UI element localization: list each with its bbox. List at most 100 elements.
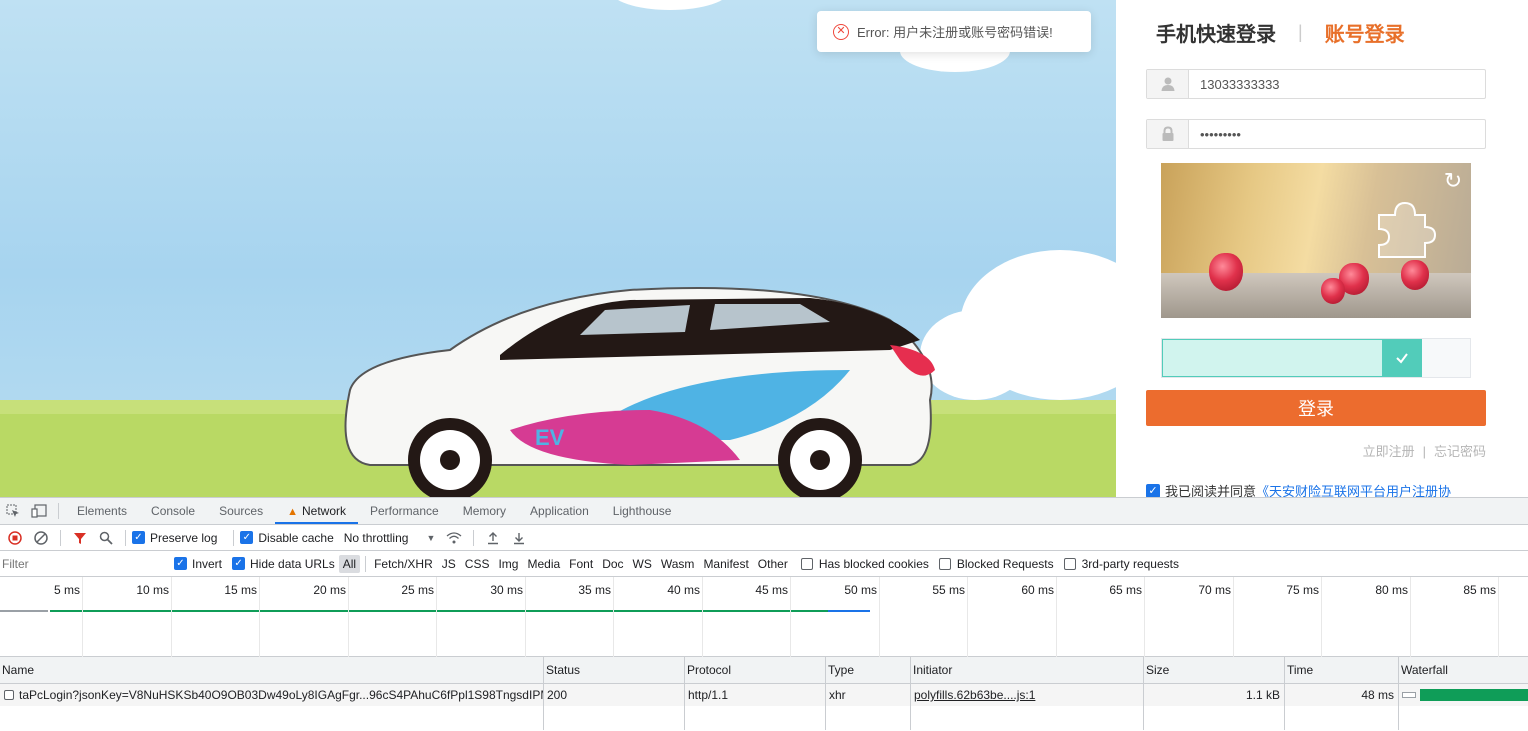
filter-icon[interactable]: [67, 526, 93, 550]
timeline-tick-label: 70 ms: [1198, 583, 1231, 597]
tab-separator: |: [1298, 22, 1303, 42]
raspberry: [1321, 278, 1345, 304]
lock-icon: [1147, 120, 1189, 148]
disable-cache-checkbox[interactable]: ✓ Disable cache: [240, 531, 334, 545]
table-row[interactable]: taPcLogin?jsonKey=V8NuHSKSb40O9OB03Dw49o…: [0, 684, 1528, 706]
tab-account-login[interactable]: 账号登录: [1325, 18, 1405, 47]
puzzle-piece-icon: [1378, 201, 1437, 258]
phone-field: [1146, 69, 1486, 99]
type-filter-wasm[interactable]: Wasm: [657, 555, 699, 573]
record-stop-icon[interactable]: [2, 526, 28, 550]
refresh-icon[interactable]: ↻: [1441, 169, 1465, 193]
agreement-row: ✓ 我已阅读并同意 《天安财险互联网平台用户注册协: [1146, 481, 1451, 497]
timeline-overview[interactable]: 5 ms 10 ms 15 ms 20 ms 25 ms 30 ms 35 ms 40 ms 4…: [0, 577, 1528, 657]
type-filter-media[interactable]: Media: [523, 555, 564, 573]
invert-checkbox[interactable]: ✓ Invert: [174, 557, 222, 571]
type-filter-other[interactable]: Other: [754, 555, 792, 573]
timeline-tick-label: 85 ms: [1463, 583, 1496, 597]
type-filter-img[interactable]: Img: [494, 555, 522, 573]
column-type[interactable]: Type: [825, 657, 910, 684]
column-waterfall[interactable]: Waterfall: [1398, 657, 1528, 684]
export-har-icon[interactable]: [506, 526, 532, 550]
captcha-image: ↻: [1161, 163, 1471, 318]
timeline-gridline: [1410, 577, 1411, 657]
import-har-icon[interactable]: [480, 526, 506, 550]
type-filter-manifest[interactable]: Manifest: [699, 555, 752, 573]
type-filter-font[interactable]: Font: [565, 555, 597, 573]
password-input[interactable]: [1189, 120, 1485, 148]
agree-checkbox[interactable]: ✓: [1146, 483, 1160, 497]
type-filter-doc[interactable]: Doc: [598, 555, 627, 573]
tab-quick-login[interactable]: 手机快速登录: [1156, 18, 1276, 47]
tab-network-label: Network: [301, 504, 346, 518]
initiator-link[interactable]: polyfills.62b63be....js:1: [914, 688, 1035, 702]
timeline-tick-label: 75 ms: [1286, 583, 1319, 597]
register-link[interactable]: 立即注册: [1363, 444, 1415, 459]
search-icon[interactable]: [93, 526, 119, 550]
warning-icon: ▲: [287, 506, 298, 518]
timeline-tick-label: 15 ms: [224, 583, 257, 597]
web-page: EV ✕ Error: 用户未注册或账号密码错误! 手机快速登录 | 账号登录: [0, 0, 1528, 497]
column-time[interactable]: Time: [1284, 657, 1398, 684]
blocked-requests-checkbox[interactable]: Blocked Requests: [938, 557, 1054, 571]
type-filter-js[interactable]: JS: [438, 555, 460, 573]
filter-input[interactable]: [0, 554, 162, 573]
error-circle-icon: ✕: [833, 23, 849, 40]
timeline-gridline: [82, 577, 83, 657]
timeline-tick-label: 80 ms: [1375, 583, 1408, 597]
request-type: xhr: [829, 688, 846, 702]
hide-data-urls-checkbox[interactable]: ✓ Hide data URLs: [232, 557, 335, 571]
agreement-link[interactable]: 《天安财险互联网平台用户注册协: [1256, 481, 1451, 497]
device-toolbar-icon[interactable]: [26, 498, 52, 524]
timeline-bar: [50, 610, 828, 612]
timeline-gridline: [171, 577, 172, 657]
tab-lighthouse[interactable]: Lighthouse: [601, 498, 684, 524]
type-filter-ws[interactable]: WS: [629, 555, 656, 573]
third-party-checkbox[interactable]: 3rd-party requests: [1063, 557, 1179, 571]
captcha-slider[interactable]: [1161, 338, 1471, 378]
forgot-password-link[interactable]: 忘记密码: [1434, 444, 1486, 459]
tab-application[interactable]: Application: [518, 498, 601, 524]
check-icon: [1396, 353, 1408, 364]
clear-icon[interactable]: [28, 526, 54, 550]
tab-sources[interactable]: Sources: [207, 498, 275, 524]
timeline-gridline: [1233, 577, 1234, 657]
type-filter-fetch-xhr[interactable]: Fetch/XHR: [370, 555, 437, 573]
timeline-tick-label: 55 ms: [932, 583, 965, 597]
tab-elements[interactable]: Elements: [65, 498, 139, 524]
preserve-log-checkbox[interactable]: ✓ Preserve log: [132, 531, 217, 545]
tab-performance[interactable]: Performance: [358, 498, 451, 524]
svg-text:EV: EV: [535, 425, 565, 450]
timeline-tick-label: 40 ms: [667, 583, 700, 597]
timeline-gridline: [613, 577, 614, 657]
throttling-select[interactable]: No throttling ▼: [344, 531, 436, 545]
devtools-tabbar: Elements Console Sources ▲ Network Perfor…: [0, 498, 1528, 525]
login-links: 立即注册 | 忘记密码: [1363, 441, 1486, 460]
timeline-tick-label: 45 ms: [755, 583, 788, 597]
column-size[interactable]: Size: [1143, 657, 1284, 684]
timeline-gridline: [790, 577, 791, 657]
login-button[interactable]: 登录: [1146, 390, 1486, 426]
slider-handle[interactable]: [1382, 339, 1422, 377]
type-filter-all[interactable]: All: [338, 554, 361, 573]
timeline-bar: [0, 610, 48, 612]
inspect-element-icon[interactable]: [0, 498, 26, 524]
column-name[interactable]: Name: [0, 657, 543, 684]
timeline-gridline: [967, 577, 968, 657]
timeline-gridline: [1498, 577, 1499, 657]
timeline-tick-label: 25 ms: [401, 583, 434, 597]
type-filter-css[interactable]: CSS: [461, 555, 494, 573]
phone-input[interactable]: [1189, 70, 1485, 98]
request-name[interactable]: taPcLogin?jsonKey=V8NuHSKSb40O9OB03Dw49o…: [19, 688, 543, 702]
password-field: [1146, 119, 1486, 149]
blocked-cookies-checkbox[interactable]: Has blocked cookies: [800, 557, 929, 571]
timeline-gridline: [259, 577, 260, 657]
column-status[interactable]: Status: [543, 657, 684, 684]
timeline-gridline: [1144, 577, 1145, 657]
column-protocol[interactable]: Protocol: [684, 657, 825, 684]
tab-memory[interactable]: Memory: [451, 498, 518, 524]
tab-network[interactable]: ▲ Network: [275, 498, 358, 524]
column-initiator[interactable]: Initiator: [910, 657, 1143, 684]
network-conditions-icon[interactable]: [441, 526, 467, 550]
tab-console[interactable]: Console: [139, 498, 207, 524]
